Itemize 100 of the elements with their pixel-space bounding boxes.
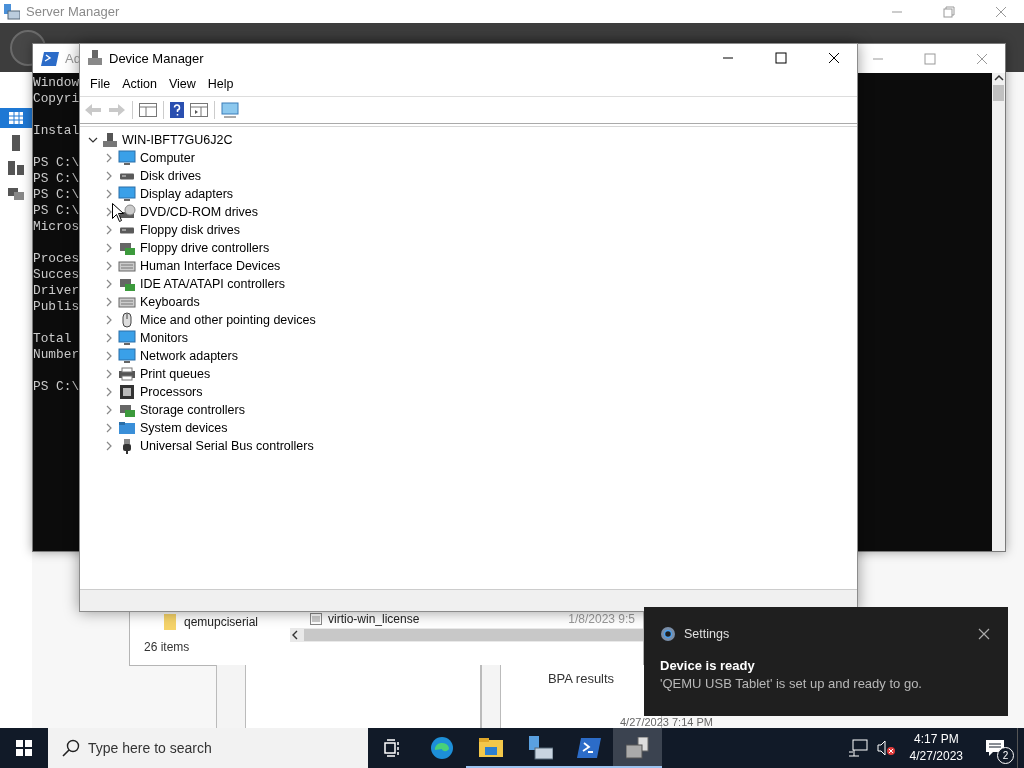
monitor-icon <box>118 330 136 346</box>
circuit-card-icon <box>118 240 136 256</box>
console-line: Proces <box>33 251 80 267</box>
console-line: Copyri <box>33 91 80 107</box>
scroll-left-icon[interactable] <box>290 630 300 640</box>
device-manager-icon <box>88 50 102 66</box>
console-line: Window <box>33 75 80 91</box>
monitor-icon <box>118 186 136 202</box>
windows-logo-icon <box>16 740 32 756</box>
folder-label[interactable]: qemupciserial <box>184 615 259 629</box>
circuit-card-icon <box>118 402 136 418</box>
console-line: Driver <box>33 283 80 299</box>
tree-item-label[interactable]: Floppy drive controllers <box>140 241 270 255</box>
keyboard-icon <box>118 294 136 310</box>
browser-icon <box>429 736 454 760</box>
terminal-icon <box>41 51 59 66</box>
clock-date[interactable]: 4/27/2023 <box>909 748 963 765</box>
muted-speaker-icon[interactable] <box>875 739 896 757</box>
menu-item[interactable]: Action <box>116 75 163 93</box>
servers-icon[interactable] <box>8 161 24 175</box>
tree-item-label[interactable]: Display adapters <box>140 187 234 201</box>
clock-time[interactable]: 4:17 PM <box>913 731 959 748</box>
tree-item-label[interactable]: Human Interface Devices <box>140 259 281 273</box>
tree-item-label[interactable]: Monitors <box>140 331 188 345</box>
scrollbar-thumb[interactable] <box>993 85 1004 101</box>
drive-icon <box>120 226 134 234</box>
console-line: PS C:\ <box>33 203 80 219</box>
folder-icon <box>478 738 503 758</box>
notification-center-button[interactable]: 2 <box>973 728 1017 768</box>
expand-chevron-icon[interactable] <box>88 135 98 145</box>
mouse-cursor-icon <box>112 203 124 222</box>
tree-item-label[interactable]: IDE ATA/ATAPI controllers <box>140 277 285 291</box>
window-title: Device Manager <box>109 50 205 66</box>
close-button[interactable] <box>976 626 992 642</box>
notification-count: 2 <box>997 747 1014 764</box>
device-manager-icon <box>625 737 650 759</box>
folders-icon[interactable] <box>8 186 24 200</box>
console-line: PS C:\ <box>33 155 80 171</box>
menu-item[interactable]: View <box>162 75 202 93</box>
menu-item[interactable]: Help <box>201 75 240 93</box>
console-line: Micros <box>33 219 80 235</box>
search-field[interactable]: Type here to search <box>48 728 368 768</box>
sidebar-item[interactable] <box>0 108 32 128</box>
tree-item-label[interactable]: DVD/CD-ROM drives <box>140 205 259 219</box>
window-title: Server Manager <box>26 4 121 19</box>
tree-item-label[interactable]: Processors <box>140 385 203 399</box>
console-line: PS C:\ <box>33 171 80 187</box>
grid-icon[interactable] <box>9 112 23 124</box>
notification-title: Device is ready <box>660 658 756 673</box>
notification-body: 'QEMU USB Tablet' is set up and ready to go. <box>660 676 923 691</box>
gear-icon <box>660 626 676 642</box>
printer-icon <box>118 366 136 382</box>
item-count: 26 items <box>144 640 191 654</box>
monitor-icon[interactable] <box>221 102 241 118</box>
tree-item-label[interactable]: Floppy disk drives <box>140 223 241 237</box>
terminal-icon <box>576 738 601 758</box>
computer-tower-icon <box>102 132 118 148</box>
taskbar-app-button[interactable] <box>613 728 662 768</box>
horizontal-scrollbar[interactable] <box>290 628 643 642</box>
tree-item-label[interactable]: WIN-IBFT7GU6J2C <box>122 133 233 147</box>
folder-icon <box>164 614 176 630</box>
console-line: PS C:\ <box>33 187 80 203</box>
circuit-card-icon <box>118 276 136 292</box>
server-manager-icon <box>4 3 20 20</box>
tree-item-label[interactable]: Disk drives <box>140 169 202 183</box>
menu-item[interactable]: File <box>84 75 117 93</box>
console-line: PS C:\ <box>33 379 80 395</box>
tree-item-label[interactable]: Storage controllers <box>140 403 245 417</box>
panel-icon[interactable] <box>139 103 157 117</box>
search-icon <box>62 739 80 757</box>
tree-item-label[interactable]: Network adapters <box>140 349 238 363</box>
server-icon <box>526 736 553 760</box>
tree-item-label[interactable]: Computer <box>140 151 195 165</box>
tree-item-label[interactable]: Mice and other pointing devices <box>140 313 316 327</box>
chip-icon <box>118 384 136 400</box>
drive-icon <box>120 172 134 180</box>
tree-item-label[interactable]: Keyboards <box>140 295 200 309</box>
keyboard-icon <box>118 258 136 274</box>
file-name[interactable]: virtio-win_license <box>328 612 420 626</box>
scroll-up-icon[interactable] <box>993 73 1004 83</box>
monitor-icon <box>118 348 136 364</box>
file-date: 1/8/2023 9:5 <box>568 612 635 626</box>
panel-icon[interactable] <box>190 103 208 117</box>
console-line: Number <box>33 347 80 363</box>
notification-app-name: Settings <box>684 627 731 641</box>
tree-item-label[interactable]: Universal Serial Bus controllers <box>140 439 314 453</box>
console-line: Instal <box>33 123 80 139</box>
console-line: Total <box>33 331 72 347</box>
network-icon[interactable] <box>847 739 868 757</box>
expand-chevron-icon[interactable] <box>104 207 114 217</box>
vertical-scrollbar[interactable] <box>992 73 1005 551</box>
timestamp: 4/27/2023 7:14 PM <box>620 716 713 728</box>
console-line: Succes <box>33 267 80 283</box>
help-icon[interactable] <box>170 102 184 118</box>
tree-item-label[interactable]: Print queues <box>140 367 211 381</box>
folder-icon <box>118 420 136 436</box>
tile-label[interactable]: BPA results <box>547 671 615 687</box>
tree-item-label[interactable]: System devices <box>140 421 228 435</box>
console-line: Publis <box>33 299 80 315</box>
disc-drive-icon <box>118 204 136 220</box>
